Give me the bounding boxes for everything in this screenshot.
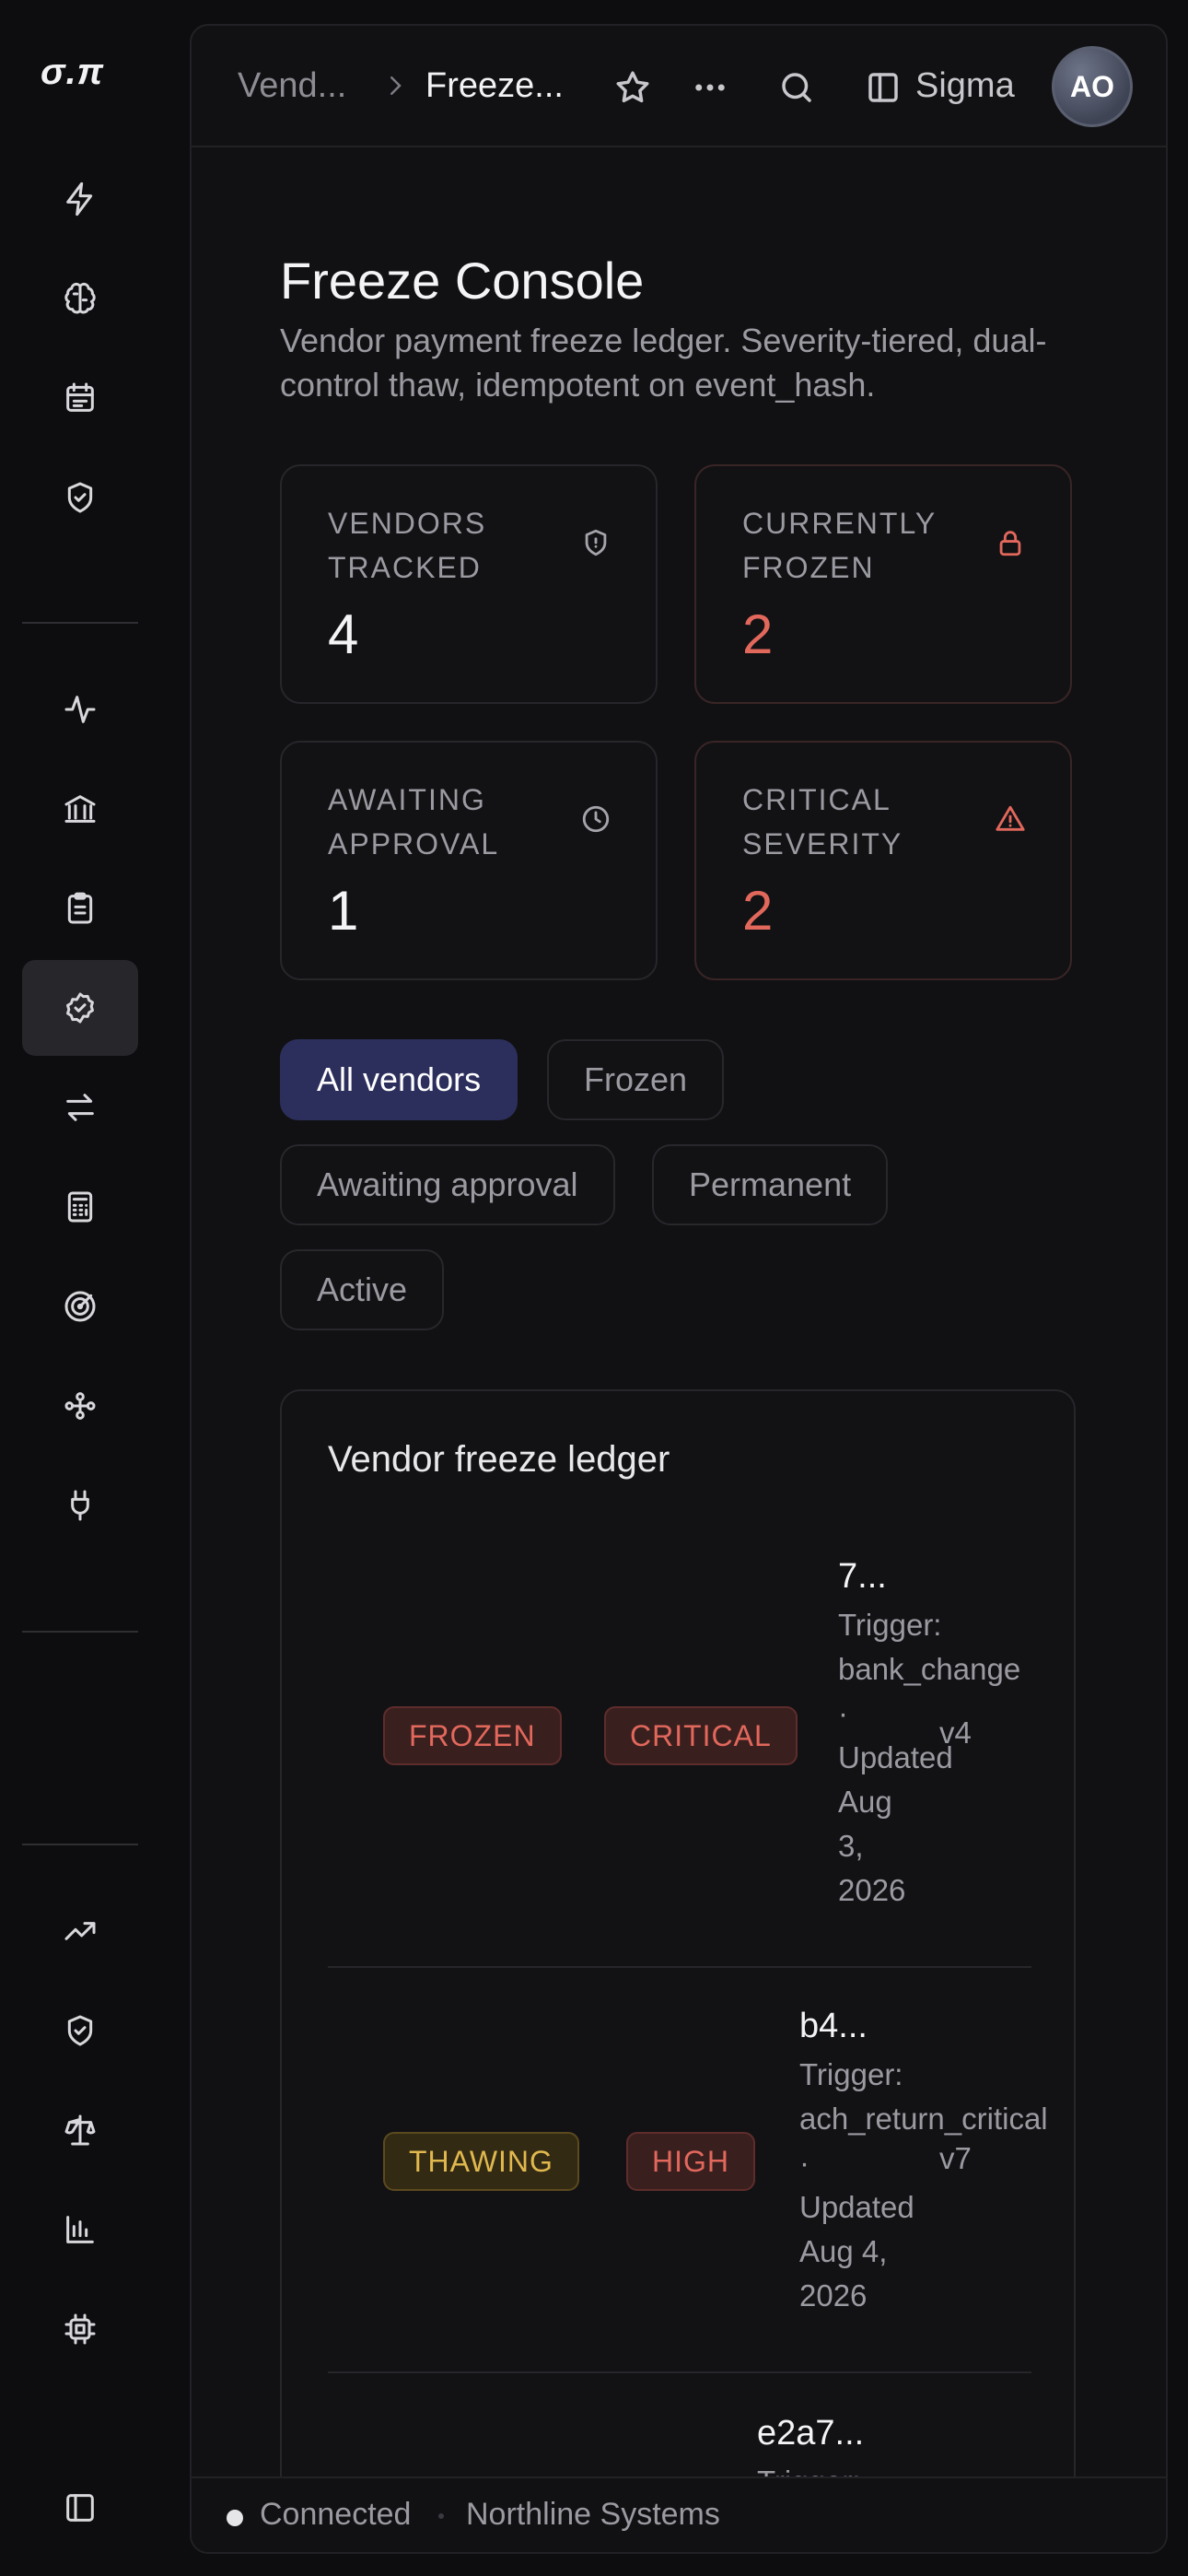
breadcrumb-parent[interactable]: Vend... — [238, 66, 346, 106]
panel-toggle-icon[interactable] — [864, 68, 903, 111]
vendor-id: b4... — [799, 2007, 868, 2045]
stat-value: 2 — [742, 880, 774, 942]
lock-icon — [995, 527, 1026, 563]
stat-critical-severity: Critical severity 2 — [694, 741, 1072, 980]
row-divider — [328, 1966, 1031, 1968]
workflow-icon — [64, 1392, 96, 1420]
rail-bar-chart[interactable] — [22, 2182, 138, 2277]
target-icon — [64, 1291, 96, 1322]
rail-calculator[interactable] — [22, 1159, 138, 1255]
breadcrumb-current: Freeze... — [425, 66, 564, 105]
rail-target[interactable] — [22, 1259, 138, 1354]
severity-badge: CRITICAL — [604, 1706, 798, 1765]
rail-brain[interactable] — [22, 251, 138, 346]
badge-check-icon — [66, 992, 94, 1024]
trending-up-icon — [64, 1922, 96, 1940]
rail-approvals[interactable] — [22, 960, 138, 1056]
rail-transfers[interactable] — [22, 1060, 138, 1155]
avatar[interactable]: AO — [1052, 46, 1133, 127]
alert-triangle-icon — [995, 803, 1026, 839]
scale-icon — [64, 2114, 96, 2146]
rail-shield[interactable] — [22, 450, 138, 545]
filter-all-vendors[interactable]: All vendors — [280, 1039, 518, 1120]
stat-awaiting-approval: Awaiting approval 1 — [280, 741, 658, 980]
rail-cpu[interactable] — [22, 2281, 138, 2377]
bank-icon — [64, 795, 96, 823]
ledger-title: Vendor freeze ledger — [328, 1439, 670, 1480]
rail-clipboard[interactable] — [22, 861, 138, 956]
filter-permanent[interactable]: Permanent — [652, 1144, 889, 1225]
status-separator — [438, 2513, 444, 2519]
app-rail: σ.π — [0, 0, 162, 2576]
rail-divider — [22, 1844, 138, 1845]
shield-icon — [580, 527, 611, 563]
status-badge: THAWING — [383, 2132, 579, 2191]
app-logo[interactable]: σ.π — [41, 52, 104, 93]
status-badge: FROZEN — [383, 1706, 562, 1765]
table-row[interactable]: THAWING HIGH b4... Trigger: ach_return_c… — [328, 2007, 1048, 2375]
clipboard-icon — [67, 892, 93, 924]
rail-activity[interactable] — [22, 662, 138, 757]
shield-check-icon — [67, 2015, 93, 2046]
stat-value: 4 — [328, 603, 359, 665]
main-panel: Vend... Freeze... Sigma AO Freeze Consol… — [190, 24, 1168, 2554]
clock-icon — [580, 803, 611, 839]
page-title: Freeze Console — [280, 252, 645, 310]
more-horizontal-icon[interactable] — [691, 68, 729, 111]
shield-check-icon — [67, 482, 93, 513]
rail-calendar[interactable] — [22, 350, 138, 446]
table-row[interactable]: FROZEN CRITICAL 7... Trigger: bank_chang… — [328, 1557, 1031, 1981]
vendor-id: 7... — [838, 1557, 887, 1596]
rail-bank[interactable] — [22, 761, 138, 857]
filter-frozen[interactable]: Frozen — [547, 1039, 725, 1120]
rail-sidebar-toggle[interactable] — [22, 2460, 138, 2556]
transfer-icon — [66, 1094, 94, 1121]
rail-compliance[interactable] — [22, 1983, 138, 2078]
rail-trending[interactable] — [22, 1883, 138, 1979]
brain-icon — [64, 282, 96, 314]
stat-label: Critical severity — [742, 783, 903, 861]
vendor-id: e2a7... — [757, 2414, 865, 2453]
stat-value: 1 — [328, 880, 359, 942]
stat-label: Currently frozen — [742, 507, 937, 584]
organization-name: Northline Systems — [466, 2497, 720, 2532]
vendor-freeze-ledger: Vendor freeze ledger FROZEN CRITICAL 7..… — [280, 1389, 1076, 2552]
sidebar-toggle-icon — [66, 2494, 94, 2522]
search-icon[interactable] — [777, 68, 816, 111]
page-description: Vendor payment freeze ledger. Severity-t… — [280, 322, 1047, 404]
connection-dot-icon — [227, 2510, 243, 2526]
calendar-icon — [66, 382, 94, 412]
stat-vendors-tracked: Vendors tracked 4 — [280, 464, 658, 704]
rail-plug[interactable] — [22, 1458, 138, 1553]
rail-divider — [22, 622, 138, 624]
top-bar: Vend... Freeze... Sigma AO — [192, 26, 1166, 147]
activity-icon — [64, 696, 96, 723]
workspace-label[interactable]: Sigma — [915, 66, 1015, 106]
connection-status: Connected — [260, 2497, 412, 2532]
plug-icon — [71, 1490, 89, 1521]
stat-label: Vendors tracked — [328, 507, 487, 584]
version-label: v4 — [939, 1715, 972, 1750]
row-divider — [328, 2371, 1031, 2373]
status-bar: Connected Northline Systems — [192, 2476, 1166, 2552]
filter-awaiting-approval[interactable]: Awaiting approval — [280, 1144, 615, 1225]
rail-divider — [22, 1631, 138, 1633]
calculator-icon — [67, 1191, 93, 1223]
bolt-icon — [66, 181, 93, 217]
chevron-right-icon — [381, 72, 409, 104]
rail-scale[interactable] — [22, 2082, 138, 2178]
rail-workflow[interactable] — [22, 1358, 138, 1454]
row-meta: Trigger: bank_change · Updated Aug 3, 20… — [838, 1608, 1021, 1907]
star-icon[interactable] — [613, 68, 652, 111]
cpu-icon — [64, 2313, 96, 2345]
bar-chart-icon — [66, 2216, 94, 2243]
stat-currently-frozen: Currently frozen 2 — [694, 464, 1072, 704]
stat-value: 2 — [742, 603, 774, 665]
stat-label: Awaiting approval — [328, 783, 500, 861]
rail-bolt[interactable] — [22, 151, 138, 247]
row-meta: Trigger: ach_return_critical · Updated A… — [799, 2057, 1048, 2313]
version-label: v7 — [939, 2141, 972, 2175]
severity-badge: HIGH — [626, 2132, 755, 2191]
filter-active[interactable]: Active — [280, 1249, 445, 1330]
